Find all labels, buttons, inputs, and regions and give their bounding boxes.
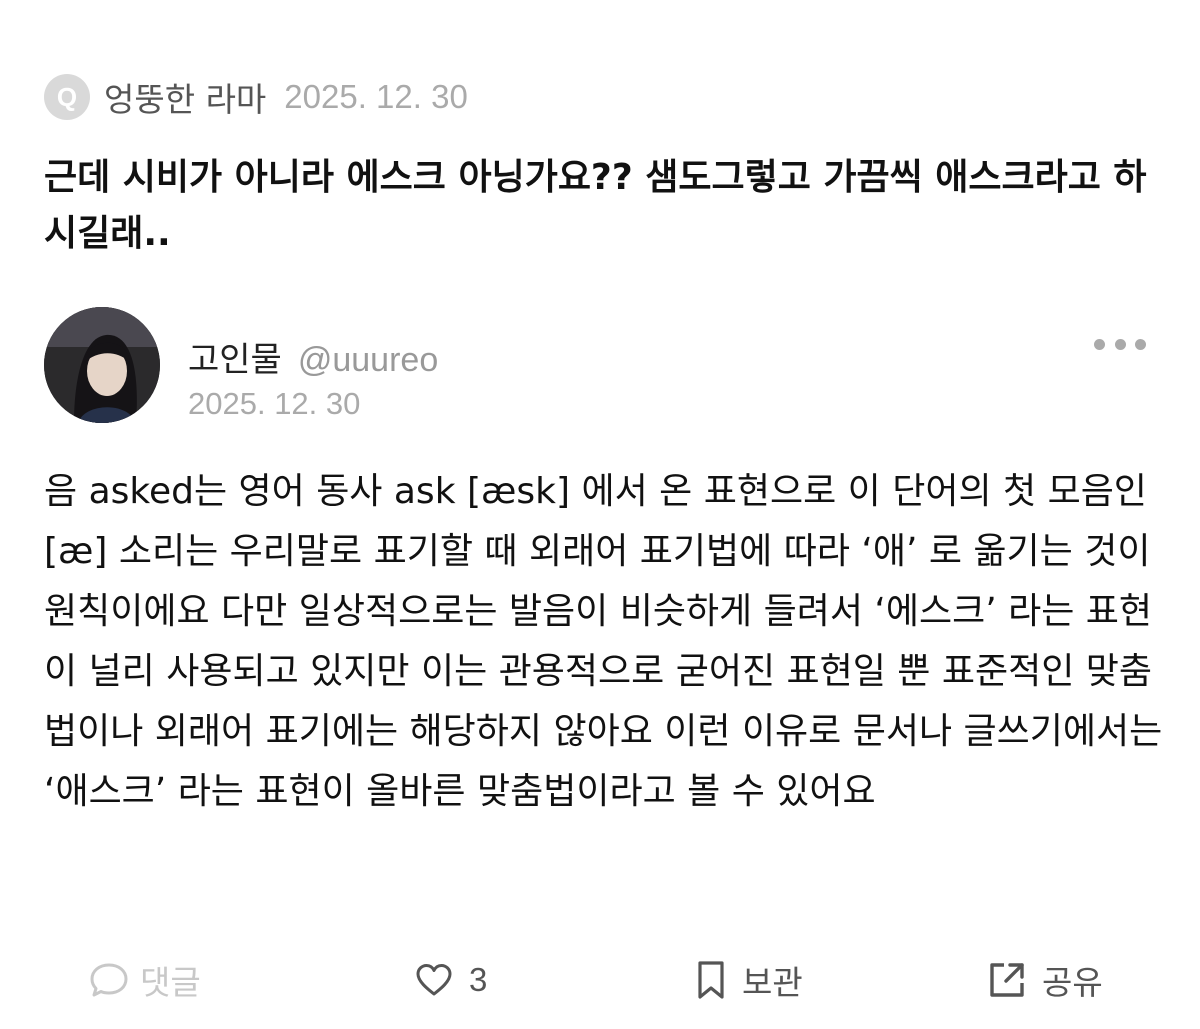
action-bar: 댓글 3 보관 공유 (0, 950, 1200, 1010)
dot (1135, 338, 1146, 350)
avatar-photo (44, 307, 160, 423)
author-row: 고인물 @uuureo (188, 332, 438, 381)
speech-bubble-icon (90, 963, 128, 997)
dot (1094, 338, 1105, 350)
bookmark-icon (698, 961, 724, 999)
qa-post: Q 엉뚱한 라마 2025. 12. 30 근데 시비가 아니라 에스크 아닝가… (0, 0, 1200, 1029)
save-label: 보관 (742, 963, 803, 1002)
answer-text: 음 asked는 영어 동사 ask [æsk] 에서 온 표현으로 이 단어의… (44, 471, 1163, 812)
like-button[interactable]: 3 (413, 950, 487, 1010)
comment-label: 댓글 (140, 963, 201, 1002)
like-count: 3 (469, 961, 488, 998)
dot (1114, 338, 1126, 350)
question-author: 엉뚱한 라마 (104, 80, 267, 119)
answer-date: 2025. 12. 30 (188, 386, 361, 421)
heart-icon (416, 964, 452, 996)
question-badge: Q (44, 74, 90, 120)
author-handle[interactable]: @uuureo (298, 341, 438, 380)
author-name[interactable]: 고인물 (188, 332, 282, 381)
save-button[interactable]: 보관 (694, 950, 803, 1010)
question-header: Q 엉뚱한 라마 2025. 12. 30 (44, 72, 468, 122)
more-dots-icon[interactable] (1094, 330, 1146, 358)
share-icon (990, 963, 1024, 997)
share-button[interactable]: 공유 (986, 950, 1103, 1010)
question-date: 2025. 12. 30 (284, 78, 468, 115)
avatar[interactable] (44, 307, 160, 423)
share-label: 공유 (1042, 963, 1103, 1002)
comment-button[interactable]: 댓글 (88, 950, 201, 1010)
question-text: 근데 시비가 아니라 에스크 아닝가요?? 샘도그렇고 가끔씩 애스크라고 하시… (44, 157, 1147, 254)
